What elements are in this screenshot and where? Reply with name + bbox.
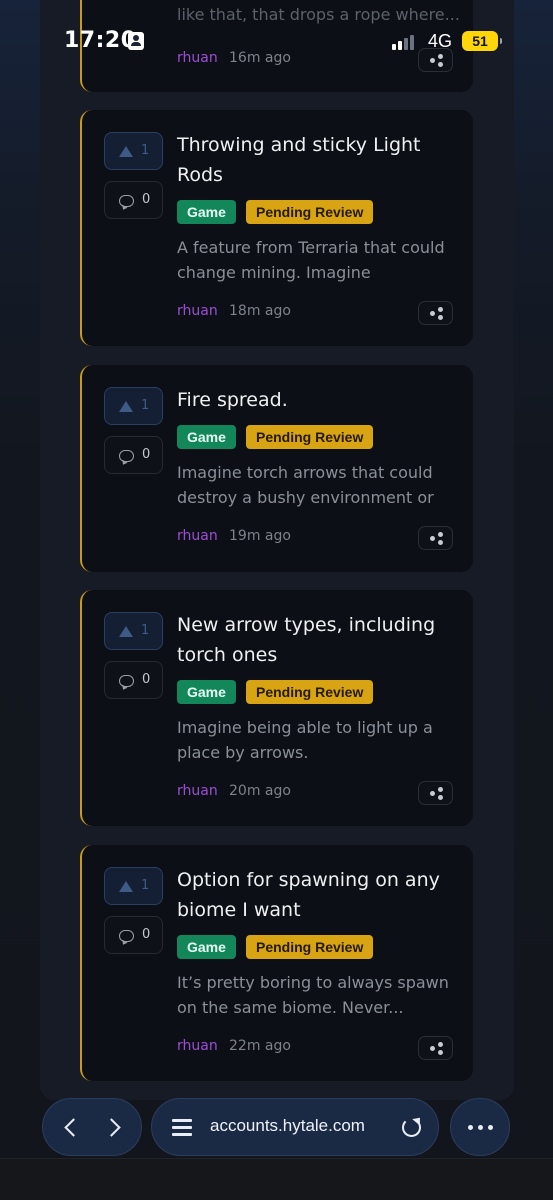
upvote-arrow-icon [119,626,133,637]
tag-game: Game [177,935,236,959]
upvote-button[interactable]: 1 [104,387,163,425]
forward-icon[interactable] [102,1118,121,1137]
upvote-arrow-icon [119,881,133,892]
post-title[interactable]: Throwing and sticky Light Rods [177,130,447,190]
post-description: A feature from Terraria that could chang… [177,238,445,282]
upvote-button[interactable]: 1 [104,612,163,650]
reload-icon[interactable] [402,1118,421,1137]
tag-pending-review: Pending Review [246,935,374,959]
comment-count: 0 [142,447,151,462]
post-author[interactable]: rhuan [177,783,218,799]
share-button[interactable] [418,781,453,805]
back-icon[interactable] [64,1118,83,1137]
contact-card-icon [128,32,144,50]
post-description: Imagine torch arrows that could destroy … [177,463,434,507]
share-button[interactable] [418,526,453,550]
comment-icon [119,450,134,462]
post-title[interactable]: Option for spawning on any biome I want [177,865,447,925]
post-time: 18m ago [229,303,291,319]
upvote-arrow-icon [119,146,133,157]
comment-icon [119,675,134,687]
vote-count: 1 [141,623,150,638]
comments-button[interactable]: 0 [104,661,163,699]
reader-icon[interactable] [172,1117,192,1139]
vote-count: 1 [141,143,150,158]
tag-pending-review: Pending Review [246,200,374,224]
post-time: 19m ago [229,528,291,544]
share-button[interactable] [418,301,453,325]
status-time: 17:20 [64,28,137,53]
share-button[interactable] [418,1036,453,1060]
tag-game: Game [177,200,236,224]
post-time: 20m ago [229,783,291,799]
url-text[interactable]: accounts.hytale.com [210,1116,365,1136]
tag-game: Game [177,425,236,449]
comment-count: 0 [142,672,151,687]
share-icon [430,307,443,320]
upvote-arrow-icon [119,401,133,412]
network-type: 4G [428,31,453,51]
tag-game: Game [177,680,236,704]
vote-count: 1 [141,878,150,893]
post-description: It’s pretty boring to always spawn on th… [177,973,449,1017]
post-title[interactable]: Fire spread. [177,385,447,415]
share-icon [430,787,443,800]
post-description: Imagine being able to light up a place b… [177,718,433,762]
battery-indicator: 51 [462,31,502,51]
post-title[interactable]: New arrow types, including torch ones [177,610,447,670]
post-card[interactable]: 1 0 Throwing and sticky Light Rods Game … [80,110,473,346]
more-icon [468,1125,473,1130]
post-author[interactable]: rhuan [177,1038,218,1054]
post-time: 22m ago [229,1038,291,1054]
browser-toolbar: accounts.hytale.com [0,1090,553,1156]
comment-icon [119,930,134,942]
post-card[interactable]: 1 0 Fire spread. Game Pending Review Ima… [80,365,473,572]
comment-count: 0 [142,927,151,942]
tag-pending-review: Pending Review [246,680,374,704]
address-bar[interactable]: accounts.hytale.com [151,1098,439,1156]
comments-button[interactable]: 0 [104,436,163,474]
comments-button[interactable]: 0 [104,916,163,954]
post-card[interactable]: 1 0 New arrow types, including torch one… [80,590,473,826]
comment-count: 0 [142,192,151,207]
share-icon [430,532,443,545]
post-author[interactable]: rhuan [177,303,218,319]
more-button[interactable] [450,1098,510,1156]
status-bar: 17:20 4G 51 [0,0,553,84]
upvote-button[interactable]: 1 [104,867,163,905]
post-author[interactable]: rhuan [177,528,218,544]
comment-icon [119,195,134,207]
post-card[interactable]: 1 0 Option for spawning on any biome I w… [80,845,473,1081]
bottom-strip [0,1158,553,1200]
share-icon [430,1042,443,1055]
signal-icon [392,34,416,50]
upvote-button[interactable]: 1 [104,132,163,170]
tag-pending-review: Pending Review [246,425,374,449]
navigation-controls [42,1098,142,1156]
comments-button[interactable]: 0 [104,181,163,219]
vote-count: 1 [141,398,150,413]
